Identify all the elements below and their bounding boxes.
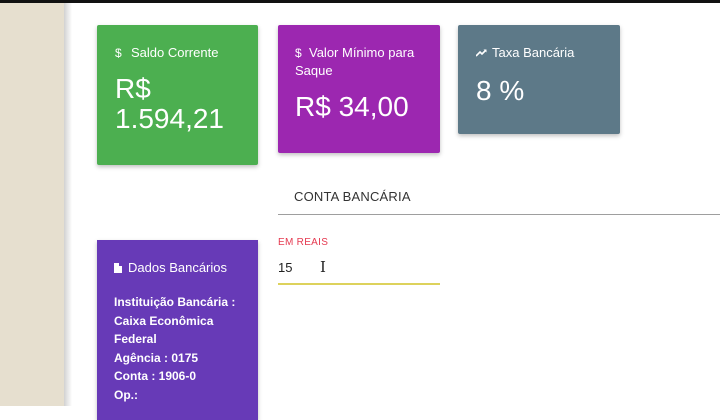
- dados-line: Federal: [114, 332, 157, 346]
- em-reais-input[interactable]: [278, 256, 440, 278]
- document-icon: [114, 263, 122, 273]
- dados-line: Conta : 1906-0: [114, 369, 197, 383]
- dados-bancarios-card: Dados Bancários Instituição Bancária : C…: [97, 240, 258, 420]
- saque-value: R$ 34,00: [295, 91, 409, 122]
- saque-title: Valor Mínimo para Saque: [295, 45, 415, 78]
- taxa-title: Taxa Bancária: [492, 45, 575, 60]
- dados-line: Op.:: [114, 387, 138, 402]
- valor-minimo-card: $ Valor Mínimo para Saque R$ 34,00: [278, 25, 440, 153]
- dados-title: Dados Bancários: [128, 260, 227, 275]
- window-top-edge: [0, 0, 720, 3]
- conta-bancaria-heading: CONTA BANCÁRIA: [294, 189, 411, 204]
- dollar-icon: $: [295, 46, 302, 60]
- em-reais-input-underline: [278, 283, 440, 285]
- dados-line: Instituição Bancária :: [114, 295, 236, 309]
- saldo-value: 1.594,21: [115, 103, 224, 134]
- saldo-corrente-card: $ Saldo Corrente R$ 1.594,21: [97, 25, 258, 165]
- taxa-value: 8 %: [476, 75, 525, 106]
- dollar-icon: $: [115, 46, 122, 60]
- em-reais-label: EM REAIS: [278, 237, 329, 248]
- taxa-bancaria-card: Taxa Bancária 8 %: [458, 25, 620, 134]
- dados-line: Agência : 0175: [114, 350, 199, 365]
- text-cursor-icon: I: [320, 258, 326, 276]
- dados-bancarios-details: Instituição Bancária : Caixa Econômica F…: [114, 293, 248, 404]
- saldo-currency: R$: [115, 73, 151, 104]
- dados-line: Caixa Econômica: [114, 313, 214, 328]
- side-panel: [0, 3, 64, 406]
- section-divider: [278, 214, 720, 215]
- side-panel-shadow: [64, 3, 72, 406]
- saldo-title: Saldo Corrente: [131, 45, 219, 60]
- trending-up-icon: [475, 44, 487, 62]
